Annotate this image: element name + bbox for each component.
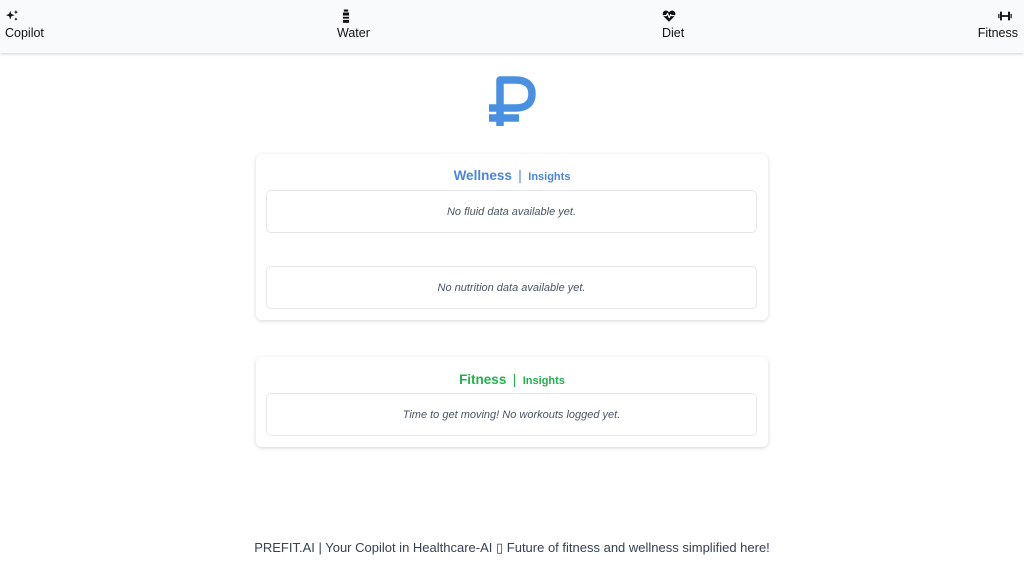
fluid-data-empty-state: No fluid data available yet. [266,190,757,233]
title-separator: | [518,168,522,183]
wellness-title: Wellness [453,168,512,183]
nutrition-data-empty-state: No nutrition data available yet. [266,266,757,309]
nav-item-label: Water [337,26,370,40]
water-bottle-icon [342,9,350,23]
prefit-logo-icon [489,76,536,126]
nav-item-label: Diet [662,26,685,40]
fitness-insights-card: Fitness | Insights Time to get moving! N… [256,357,768,447]
nav-item-label: Fitness [977,26,1018,40]
dumbbell-icon [998,11,1012,21]
fluid-empty-message: No fluid data available yet. [446,205,577,218]
nav-item-water[interactable]: Water [337,9,370,40]
fitness-subtitle: Insights [522,375,565,387]
top-navigation: Copilot Water Diet Fitness [0,0,1024,53]
title-separator: | [512,372,517,387]
nav-item-fitness[interactable]: Fitness [978,9,1018,40]
fitness-title: Fitness [459,372,507,387]
workout-data-empty-state: Time to get moving! No workouts logged y… [266,393,757,436]
nutrition-empty-message: No nutrition data available yet. [437,281,586,294]
wellness-card-title: Wellness | Insights [256,167,768,185]
page-footer: PREFIT.AI | Your Copilot in Healthcare-A… [0,540,1024,556]
nav-item-copilot[interactable]: Copilot [5,9,44,40]
workout-empty-message: Time to get moving! No workouts logged y… [402,408,621,421]
fitness-card-title: Fitness | Insights [256,371,768,389]
nav-item-label: Copilot [5,26,44,40]
nav-item-diet[interactable]: Diet [662,9,684,40]
footer-text: PREFIT.AI | Your Copilot in Healthcare-A… [254,540,770,555]
heart-pulse-icon [662,10,676,22]
wellness-insights-card: Wellness | Insights No fluid data availa… [256,154,768,320]
sparkles-icon [5,9,19,21]
wellness-subtitle: Insights [528,171,571,183]
